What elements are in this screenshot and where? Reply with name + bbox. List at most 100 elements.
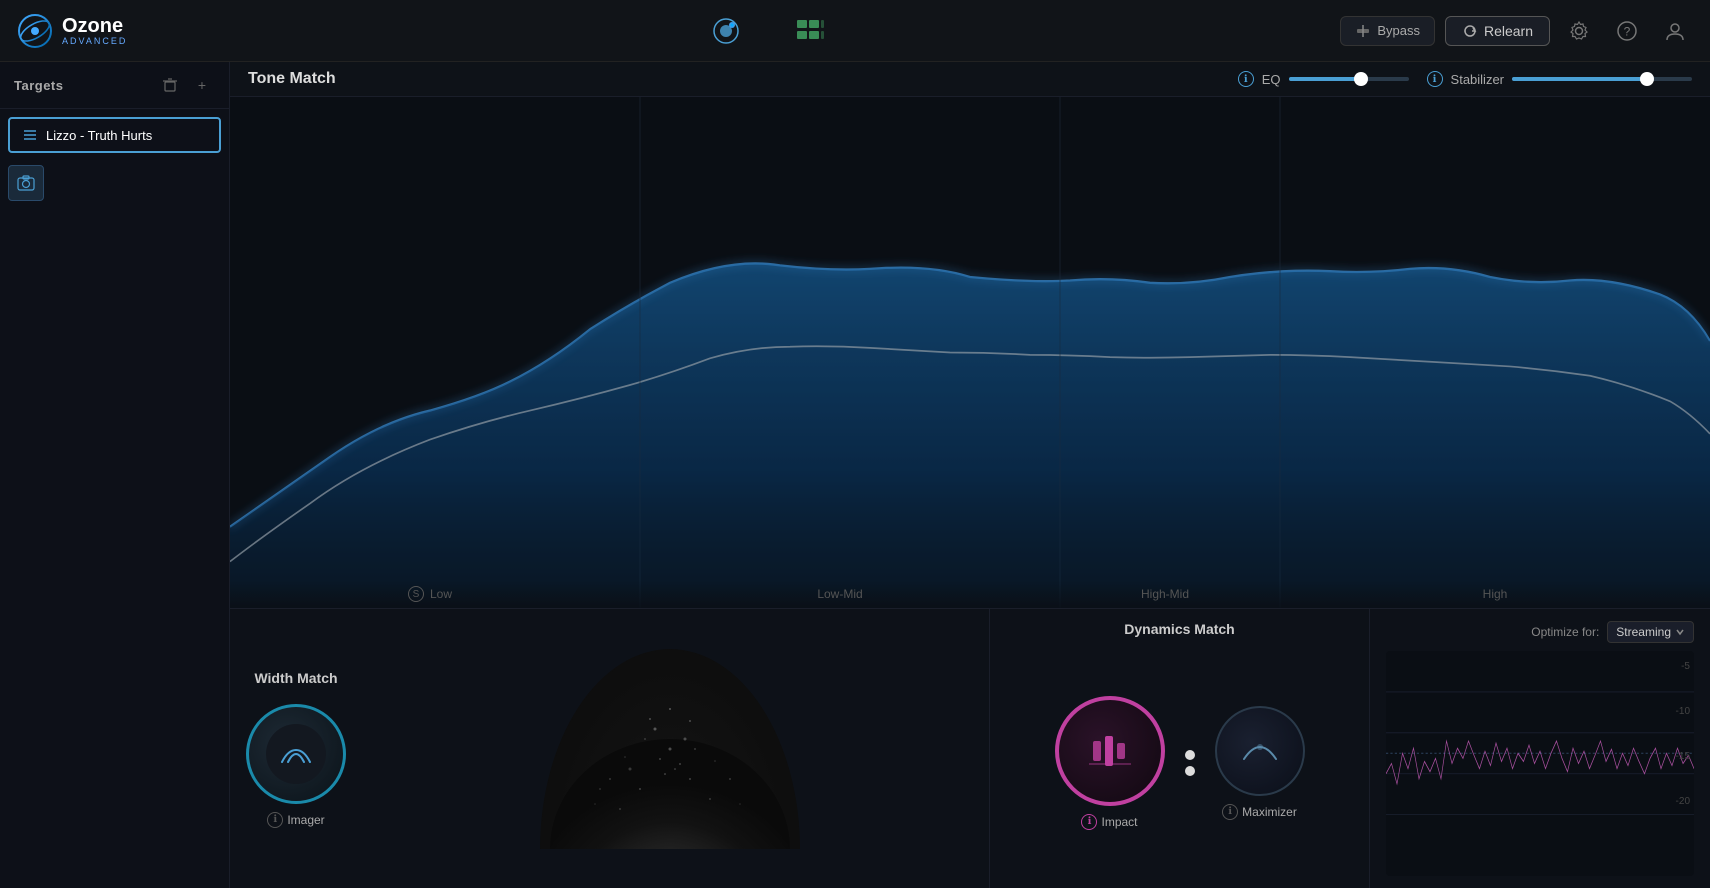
maximizer-knob[interactable] bbox=[1215, 706, 1305, 796]
header-center bbox=[208, 9, 1328, 53]
content-area: Tone Match ℹ EQ ℹ Stabilizer bbox=[230, 62, 1710, 888]
stabilizer-control: ℹ Stabilizer bbox=[1427, 71, 1692, 87]
tone-match-controls: ℹ EQ ℹ Stabilizer bbox=[1238, 71, 1692, 87]
connector-dots bbox=[1185, 750, 1195, 776]
optimize-select[interactable]: Streaming bbox=[1607, 621, 1694, 643]
impact-knob[interactable] bbox=[1055, 696, 1165, 806]
stabilizer-info-icon[interactable]: ℹ bbox=[1427, 71, 1443, 87]
sidebar-header: Targets + bbox=[0, 62, 229, 109]
loudness-label-1: -5 bbox=[1676, 661, 1690, 672]
modules-button[interactable] bbox=[788, 9, 832, 53]
maximizer-info-icon[interactable]: ℹ bbox=[1222, 804, 1238, 820]
header-right: Bypass Relearn ? bbox=[1340, 12, 1694, 50]
maximizer-label: Maximizer bbox=[1242, 805, 1297, 819]
eq-info-icon[interactable]: ℹ bbox=[1238, 71, 1254, 87]
spectrum-area: S Low Low-Mid High-Mid High bbox=[230, 97, 1710, 608]
eq-slider[interactable] bbox=[1289, 77, 1409, 81]
tone-match-section: Tone Match ℹ EQ ℹ Stabilizer bbox=[230, 62, 1710, 608]
eq-label: EQ bbox=[1262, 72, 1281, 87]
imager-info-icon[interactable]: ℹ bbox=[267, 812, 283, 828]
header: Ozone ADVANCED bbox=[0, 0, 1710, 62]
sidebar-actions: + bbox=[157, 72, 215, 98]
dot-left bbox=[1185, 750, 1195, 760]
imager-label: Imager bbox=[287, 813, 324, 827]
user-button[interactable] bbox=[1656, 12, 1694, 50]
maximizer-label-row: ℹ Maximizer bbox=[1222, 804, 1297, 820]
impact-label-row: ℹ Impact bbox=[1081, 814, 1137, 830]
low-mid-label: Low-Mid bbox=[817, 586, 862, 602]
dynamics-controls: ℹ Impact bbox=[1055, 649, 1305, 876]
spectrum-labels: S Low Low-Mid High-Mid High bbox=[230, 580, 1710, 608]
imager-icon bbox=[278, 736, 314, 772]
stabilizer-label: Stabilizer bbox=[1451, 72, 1504, 87]
dot-right bbox=[1185, 766, 1195, 776]
sidebar: Targets + Lizzo - Trut bbox=[0, 62, 230, 888]
dynamics-title: Dynamics Match bbox=[1124, 621, 1234, 637]
bottom-panels: Width Match ℹ Imager bbox=[230, 608, 1710, 888]
target-name: Lizzo - Truth Hurts bbox=[46, 128, 152, 143]
stereo-visual bbox=[540, 649, 800, 849]
help-icon: ? bbox=[1616, 20, 1638, 42]
sidebar-title: Targets bbox=[14, 78, 64, 93]
modules-icon bbox=[793, 14, 827, 48]
imager-knob[interactable] bbox=[246, 704, 346, 804]
add-target-button[interactable]: + bbox=[189, 72, 215, 98]
width-match-panel: Width Match ℹ Imager bbox=[230, 609, 990, 888]
list-icon bbox=[22, 127, 38, 143]
relearn-button[interactable]: Relearn bbox=[1445, 16, 1550, 46]
stabilizer-fill bbox=[1512, 77, 1647, 81]
high-mid-label-group: High-Mid bbox=[1050, 586, 1280, 602]
add-icon: + bbox=[198, 77, 206, 93]
loudness-label-4: -20 bbox=[1676, 796, 1690, 807]
impact-icon bbox=[1085, 726, 1135, 776]
master-icon bbox=[709, 14, 743, 48]
dropdown-arrow-icon bbox=[1675, 627, 1685, 637]
settings-button[interactable] bbox=[1560, 12, 1598, 50]
high-label-group: High bbox=[1280, 586, 1710, 602]
help-button[interactable]: ? bbox=[1608, 12, 1646, 50]
sidebar-item-lizzo[interactable]: Lizzo - Truth Hurts bbox=[8, 117, 221, 153]
delete-target-button[interactable] bbox=[157, 72, 183, 98]
bypass-button[interactable]: Bypass bbox=[1340, 16, 1435, 46]
svg-text:?: ? bbox=[1624, 24, 1631, 38]
dynamics-match-panel: Dynamics Match ℹ bbox=[990, 609, 1370, 888]
bypass-icon bbox=[1355, 23, 1371, 39]
loudness-graph: -5 -10 -15 -20 bbox=[1386, 651, 1694, 876]
eq-thumb[interactable] bbox=[1354, 72, 1368, 86]
logo-area: Ozone ADVANCED bbox=[16, 12, 196, 50]
capture-button[interactable] bbox=[8, 165, 44, 201]
low-label: Low bbox=[430, 587, 452, 601]
low-label-group: S Low bbox=[230, 586, 630, 602]
s-icon-low: S bbox=[408, 586, 424, 602]
delete-icon bbox=[162, 77, 178, 93]
impact-info-icon[interactable]: ℹ bbox=[1081, 814, 1097, 830]
master-button[interactable] bbox=[704, 9, 748, 53]
eq-control: ℹ EQ bbox=[1238, 71, 1409, 87]
eq-fill bbox=[1289, 77, 1361, 81]
user-icon bbox=[1664, 20, 1686, 42]
maximizer-group: ℹ Maximizer bbox=[1215, 706, 1305, 820]
app-subtitle: ADVANCED bbox=[62, 36, 127, 46]
logo-text: Ozone ADVANCED bbox=[62, 16, 127, 46]
optimize-value: Streaming bbox=[1616, 625, 1671, 639]
tone-match-title: Tone Match bbox=[248, 70, 336, 88]
stabilizer-slider[interactable] bbox=[1512, 77, 1692, 81]
high-label: High bbox=[1483, 586, 1508, 602]
loudness-header: Optimize for: Streaming bbox=[1386, 621, 1694, 643]
loudness-axis-labels: -5 -10 -15 -20 bbox=[1676, 661, 1690, 807]
relearn-label: Relearn bbox=[1484, 23, 1533, 39]
stereo-visual-container bbox=[366, 649, 973, 849]
loudness-label-3: -15 bbox=[1676, 751, 1690, 762]
width-match-left: ℹ Imager bbox=[246, 704, 346, 828]
stabilizer-thumb[interactable] bbox=[1640, 72, 1654, 86]
loudness-label-2: -10 bbox=[1676, 706, 1690, 717]
optimize-label: Optimize for: bbox=[1531, 625, 1599, 639]
imager-knob-inner bbox=[266, 724, 326, 784]
relearn-icon bbox=[1462, 23, 1478, 39]
app-title: Ozone bbox=[62, 16, 127, 36]
stereo-svg bbox=[540, 649, 800, 849]
capture-icon bbox=[16, 173, 36, 193]
low-mid-label-group: Low-Mid bbox=[630, 586, 1050, 602]
main-layout: Targets + Lizzo - Trut bbox=[0, 62, 1710, 888]
loudness-svg bbox=[1386, 651, 1694, 876]
